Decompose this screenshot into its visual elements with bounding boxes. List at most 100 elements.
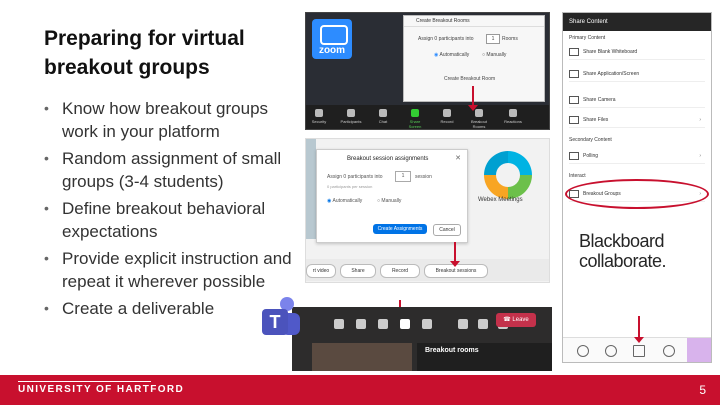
university-name: UNIVERSITY OF HARTFORD bbox=[18, 384, 185, 395]
participant-video bbox=[306, 139, 316, 239]
webex-breakout-dialog: Breakout session assignments ✕ Assign 0 … bbox=[316, 149, 468, 243]
arrow-icon bbox=[634, 316, 644, 343]
selected-tab-indicator[interactable] bbox=[687, 338, 711, 362]
teams-logo-icon: T bbox=[254, 297, 302, 345]
teams-breakout-panel-title: Breakout rooms bbox=[417, 343, 552, 371]
bullet-list: • Know how breakout groups work in your p… bbox=[44, 97, 294, 324]
arrow-icon bbox=[450, 242, 460, 267]
files-icon bbox=[569, 115, 579, 124]
participants-icon bbox=[347, 109, 355, 117]
webex-create-button[interactable]: Create Assignments bbox=[373, 224, 427, 234]
zoom-share-button[interactable]: Share Screen bbox=[404, 109, 426, 129]
bullet-dot-icon: • bbox=[44, 150, 49, 166]
bullet-item: • Random assignment of small groups (3-4 … bbox=[44, 149, 282, 191]
zoom-option-manual[interactable]: ○ Manually bbox=[482, 52, 506, 58]
participants-icon[interactable] bbox=[605, 345, 617, 357]
bullet-item: • Know how breakout groups work in your p… bbox=[44, 99, 269, 141]
chevron-right-icon: › bbox=[699, 153, 701, 159]
zoom-create-button[interactable]: Create Breakout Room bbox=[444, 76, 495, 82]
bullet-dot-icon: • bbox=[44, 100, 49, 116]
blackboard-panel-header: Share Content bbox=[563, 13, 711, 31]
primary-content-label: Primary Content bbox=[569, 35, 606, 41]
teams-leave-button[interactable]: ☎ Leave bbox=[496, 313, 536, 327]
whiteboard-icon bbox=[569, 47, 579, 56]
shield-icon bbox=[315, 109, 323, 117]
phone-icon: ☎ bbox=[503, 317, 511, 323]
raise-hand-icon[interactable] bbox=[378, 319, 388, 329]
footer-divider bbox=[18, 381, 151, 382]
secondary-content-label: Secondary Content bbox=[569, 137, 612, 143]
zoom-security-button[interactable]: Security bbox=[308, 109, 330, 124]
zoom-logo-icon: zoom bbox=[312, 19, 352, 59]
polling-icon bbox=[569, 151, 579, 160]
zoom-breakout-dialog: Create Breakout Rooms Assign 0 participa… bbox=[403, 15, 545, 102]
chat-icon[interactable] bbox=[334, 319, 344, 329]
record-icon bbox=[443, 109, 451, 117]
webex-cancel-button[interactable]: Cancel bbox=[433, 224, 461, 236]
bullet-item: • Provide explicit instruction and repeat… bbox=[44, 249, 292, 291]
screen-icon bbox=[569, 69, 579, 78]
breakout-rooms-icon[interactable] bbox=[400, 319, 410, 329]
webex-dialog-title: Breakout session assignments bbox=[347, 156, 429, 162]
close-icon[interactable]: ✕ bbox=[455, 154, 461, 162]
webex-share-button[interactable]: Share bbox=[340, 264, 376, 278]
reactions-icon bbox=[509, 109, 517, 117]
webex-option-manual[interactable]: ○ Manually bbox=[377, 198, 401, 204]
zoom-reactions-button[interactable]: Reactions bbox=[502, 109, 524, 124]
zoom-participants-button[interactable]: Participants bbox=[340, 109, 362, 124]
zoom-rooms-input[interactable]: 1 bbox=[486, 34, 500, 44]
webex-assign-text: Assign 0 participants into bbox=[327, 174, 383, 180]
radio-icon: ○ bbox=[377, 198, 381, 204]
arrow-icon bbox=[468, 86, 478, 111]
webex-logo-icon bbox=[484, 151, 532, 199]
share-content-icon[interactable] bbox=[633, 345, 645, 357]
blackboard-share-panel: Share Content Primary Content Share Blan… bbox=[562, 12, 712, 363]
slide-footer: UNIVERSITY OF HARTFORD 5 bbox=[0, 375, 720, 405]
webex-screenshot: Breakout session assignments ✕ Assign 0 … bbox=[305, 138, 550, 283]
share-whiteboard-item[interactable]: Share Blank Whiteboard bbox=[569, 45, 705, 60]
share-files-item[interactable]: Share Files › bbox=[569, 113, 705, 128]
polling-item[interactable]: Polling › bbox=[569, 149, 705, 164]
radio-selected-icon: ◉ bbox=[327, 198, 332, 204]
mic-icon[interactable] bbox=[478, 319, 488, 329]
radio-icon: ○ bbox=[482, 52, 486, 58]
share-screen-item[interactable]: Share Application/Screen bbox=[569, 67, 705, 82]
camera-icon bbox=[569, 95, 579, 104]
zoom-breakout-button[interactable]: Breakout Rooms bbox=[468, 109, 490, 129]
webex-sessions-input[interactable]: 1 bbox=[395, 171, 411, 182]
zoom-assign-text: Assign 0 participants into bbox=[418, 36, 474, 42]
webex-sessions-label: session bbox=[415, 174, 432, 180]
chevron-right-icon: › bbox=[699, 117, 701, 123]
zoom-record-button[interactable]: Record bbox=[436, 109, 458, 124]
page-number: 5 bbox=[699, 383, 706, 397]
webex-record-button[interactable]: Record bbox=[380, 264, 420, 278]
zoom-toolbar: Security Participants Chat Share Screen … bbox=[306, 105, 549, 129]
share-screen-icon bbox=[411, 109, 419, 117]
webex-logo-label: Webex Meetings bbox=[478, 197, 523, 203]
bullet-dot-icon: • bbox=[44, 250, 49, 266]
settings-icon[interactable] bbox=[663, 345, 675, 357]
camera-icon[interactable] bbox=[458, 319, 468, 329]
slide-title: Preparing for virtual breakout groups bbox=[44, 27, 245, 79]
share-camera-item[interactable]: Share Camera bbox=[569, 93, 705, 108]
more-icon[interactable] bbox=[422, 319, 432, 329]
webex-option-auto[interactable]: ◉ Automatically bbox=[327, 198, 362, 204]
webex-per-session: 0 participants per session bbox=[327, 184, 373, 189]
zoom-dialog-title: Create Breakout Rooms bbox=[404, 16, 544, 27]
zoom-option-auto[interactable]: ◉ Automatically bbox=[434, 52, 469, 58]
zoom-chat-button[interactable]: Chat bbox=[372, 109, 394, 124]
radio-selected-icon: ◉ bbox=[434, 52, 439, 58]
webex-video-button[interactable]: rt video bbox=[306, 264, 336, 278]
bullet-dot-icon: • bbox=[44, 300, 49, 316]
refresh-icon[interactable] bbox=[577, 345, 589, 357]
zoom-rooms-label: Rooms bbox=[502, 36, 518, 42]
participants-icon[interactable] bbox=[356, 319, 366, 329]
chat-icon bbox=[379, 109, 387, 117]
interact-label: Interact bbox=[569, 173, 586, 179]
webex-toolbar: rt video Share Record Breakout sessions bbox=[306, 259, 549, 281]
bullet-item: • Define breakout behavioral expectations bbox=[44, 199, 266, 241]
participant-video bbox=[312, 343, 412, 371]
blackboard-collaborate-logo: Blackboard collaborate. bbox=[579, 231, 667, 271]
highlight-oval bbox=[565, 179, 709, 209]
teams-screenshot: T ☎ Leave Breakout rooms bbox=[262, 297, 552, 371]
